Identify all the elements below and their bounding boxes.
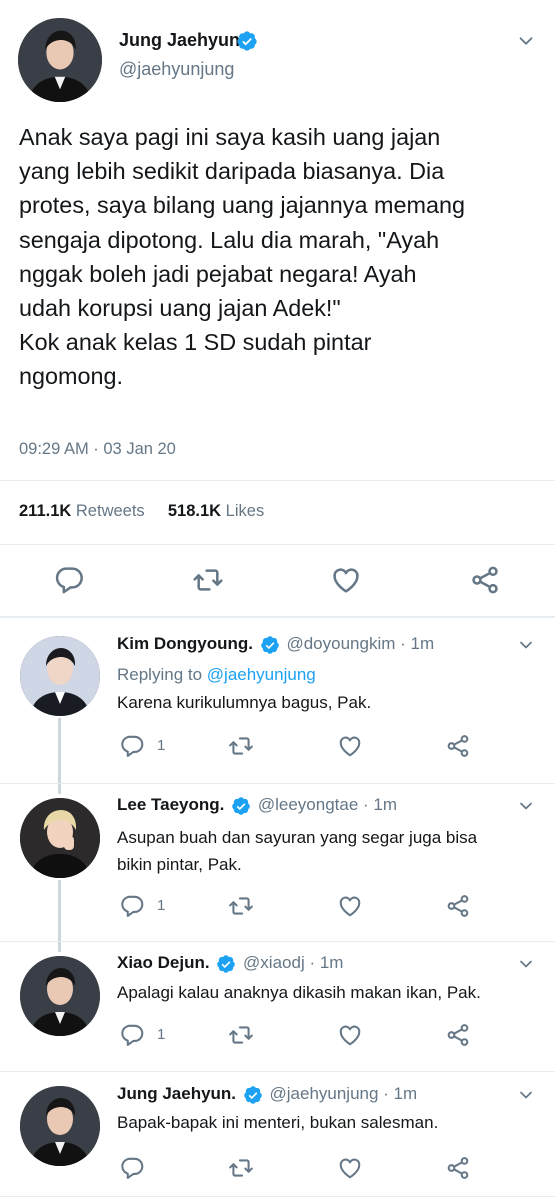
reply-text: Apalagi kalau anaknya dikasih makan ikan… — [117, 983, 481, 1002]
tweet-text: Anak saya pagi ini saya kasih uang jajan… — [19, 120, 539, 394]
tweet-text-line: sengaja dipotong. Lalu dia marah, "Ayah — [19, 226, 440, 253]
share-icon[interactable] — [445, 733, 471, 759]
verified-badge-icon — [216, 954, 236, 974]
like-icon[interactable] — [337, 893, 363, 919]
reply-icon[interactable] — [119, 1155, 145, 1181]
tweet-text-line: Anak saya pagi ini saya kasih uang jajan — [19, 124, 441, 150]
author-handle[interactable]: @jaehyunjung — [119, 59, 234, 80]
chevron-down-icon[interactable] — [516, 796, 536, 821]
tweet-text-line: yang lebih sedikit daripada biasanya. Di… — [19, 158, 445, 185]
share-icon[interactable] — [445, 1155, 471, 1181]
reply-count: 1 — [157, 1026, 166, 1043]
retweets-count: 211.1K — [19, 502, 72, 520]
reply-author-name[interactable]: Kim Dongyoung. — [117, 634, 253, 653]
divider — [0, 1071, 555, 1072]
reply-count: 1 — [157, 737, 166, 754]
like-icon[interactable] — [330, 564, 362, 596]
reply-icon[interactable] — [119, 1022, 145, 1048]
chevron-down-icon[interactable] — [516, 954, 536, 979]
share-icon[interactable] — [445, 893, 471, 919]
likes-count: 518.1K — [167, 502, 222, 520]
like-icon[interactable] — [337, 1022, 363, 1048]
likes-label: Likes — [225, 502, 265, 520]
divider — [0, 1196, 555, 1197]
replying-to: Replying to @jaehyunjung — [117, 665, 316, 685]
reply-author-handle[interactable]: @leeyongtae · 1m — [258, 795, 397, 814]
reply-header: Xiao Dejun. @xiaodj · 1m — [117, 953, 343, 974]
reply-header: Jung Jaehyun. @jaehyunjung · 1m — [117, 1084, 417, 1105]
retweet-icon[interactable] — [228, 1155, 254, 1181]
share-icon[interactable] — [445, 1022, 471, 1048]
verified-badge-icon — [260, 635, 280, 655]
replying-to-link[interactable]: @jaehyunjung — [207, 665, 316, 684]
reply-text-line: Asupan buah dan sayuran yang segar juga … — [117, 828, 478, 847]
reply-icon[interactable] — [119, 893, 145, 919]
tweet-text-line: udah korupsi uang jajan Adek!" — [19, 295, 341, 322]
reply-avatar[interactable] — [20, 956, 100, 1036]
reply-author-name[interactable]: Jung Jaehyun. — [117, 1084, 236, 1103]
reply-avatar[interactable] — [20, 1086, 100, 1166]
reply-text-line: bikin pintar, Pak. — [117, 855, 242, 874]
reply-text: Bapak-bapak ini menteri, bukan salesman. — [117, 1113, 439, 1132]
tweet-timestamp[interactable]: 09:29 AM · 03 Jan 20 — [19, 440, 176, 459]
share-icon[interactable] — [469, 564, 501, 596]
retweet-icon[interactable] — [228, 733, 254, 759]
verified-badge-icon — [236, 30, 258, 52]
reply-author-handle[interactable]: @doyoungkim · 1m — [286, 634, 434, 653]
reply-author-handle[interactable]: @xiaodj · 1m — [243, 953, 343, 972]
author-avatar[interactable] — [18, 18, 102, 102]
author-name[interactable]: Jung Jaehyun. — [119, 30, 245, 51]
tweet-text-line: Kok anak kelas 1 SD sudah pintar — [19, 329, 372, 356]
reply-text: Asupan buah dan sayuran yang segar juga … — [117, 824, 477, 878]
reply-count: 1 — [157, 897, 166, 914]
retweet-icon[interactable] — [228, 1022, 254, 1048]
divider — [0, 544, 555, 545]
retweet-icon[interactable] — [192, 564, 224, 596]
reply-avatar[interactable] — [20, 636, 100, 716]
divider — [0, 941, 555, 942]
retweets-label: Retweets — [75, 502, 145, 520]
like-icon[interactable] — [337, 1155, 363, 1181]
tweet-text-line: protes, saya bilang uang jajannya memang — [19, 192, 466, 219]
engagement-stats: 211.1K Retweets 518.1K Likes — [19, 502, 264, 521]
reply-icon[interactable] — [53, 564, 85, 596]
tweet-text-line: ngomong. — [19, 363, 124, 390]
retweet-icon[interactable] — [228, 893, 254, 919]
chevron-down-icon[interactable] — [516, 1085, 536, 1110]
reply-icon[interactable] — [119, 733, 145, 759]
reply-avatar[interactable] — [20, 798, 100, 878]
chevron-down-icon[interactable] — [516, 635, 536, 660]
tweet-text-line: nggak boleh jadi pejabat negara! Ayah — [19, 260, 417, 287]
reply-author-name[interactable]: Lee Taeyong. — [117, 795, 224, 814]
reply-author-name[interactable]: Xiao Dejun. — [117, 953, 210, 972]
retweets-stat[interactable]: 211.1K Retweets — [19, 502, 145, 520]
reply-author-handle[interactable]: @jaehyunjung · 1m — [270, 1084, 418, 1103]
verified-badge-icon — [243, 1085, 263, 1105]
reply-text: Karena kurikulumnya bagus, Pak. — [117, 693, 372, 712]
replying-to-label: Replying to — [117, 665, 207, 684]
divider — [0, 480, 555, 481]
reply-header: Lee Taeyong. @leeyongtae · 1m — [117, 795, 397, 816]
like-icon[interactable] — [337, 733, 363, 759]
divider — [0, 616, 555, 618]
likes-stat[interactable]: 518.1K Likes — [168, 502, 264, 520]
verified-badge-icon — [231, 796, 251, 816]
reply-header: Kim Dongyoung. @doyoungkim · 1m — [117, 634, 434, 655]
chevron-down-icon[interactable] — [515, 30, 537, 52]
divider — [0, 783, 555, 784]
